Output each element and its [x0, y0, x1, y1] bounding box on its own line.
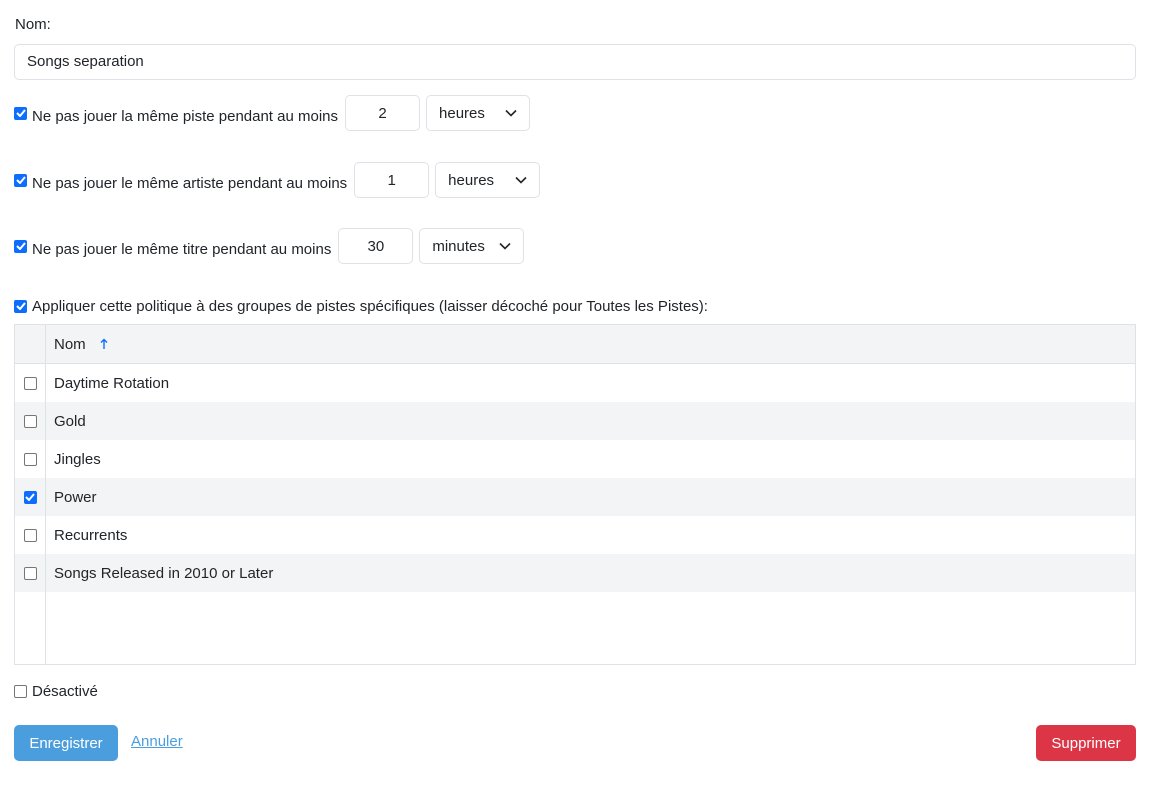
rule-same-artist-checkbox[interactable]: [14, 173, 27, 187]
row-checkbox[interactable]: [23, 414, 37, 428]
disabled-checkbox[interactable]: [14, 684, 27, 698]
rule-same-artist-value-input[interactable]: 1: [354, 162, 430, 198]
rule-same-title-label: Ne pas jouer le même titre pendant au mo…: [32, 240, 332, 258]
row-name: Songs Released in 2010 or Later: [54, 564, 274, 582]
rule-same-track-value-input[interactable]: 2: [345, 95, 421, 131]
chevron-down-icon: [505, 109, 517, 117]
table-row[interactable]: Recurrents: [15, 516, 1135, 554]
rule-same-track-unit-select[interactable]: heures: [426, 95, 531, 131]
row-name: Daytime Rotation: [54, 374, 170, 392]
rule-same-title-checkbox[interactable]: [14, 239, 27, 253]
groups-table: Nom Daytime Rotation Gold Jingles Power …: [14, 324, 1136, 665]
row-checkbox[interactable]: [23, 376, 37, 390]
rule-same-title-value-input[interactable]: 30: [338, 228, 414, 264]
table-row[interactable]: Power: [15, 478, 1135, 516]
cancel-link[interactable]: Annuler: [131, 733, 183, 750]
groups-policy: Appliquer cette politique à des groupes …: [14, 296, 708, 316]
row-checkbox[interactable]: [23, 528, 37, 542]
groups-policy-checkbox[interactable]: [14, 299, 27, 313]
chevron-down-icon: [515, 176, 527, 184]
table-row[interactable]: Jingles: [15, 440, 1135, 478]
rule-same-title: Ne pas jouer le même titre pendant au mo…: [14, 228, 525, 264]
name-label: Nom:: [15, 16, 51, 33]
rule-same-track-label: Ne pas jouer la même piste pendant au mo…: [32, 107, 339, 125]
header-check-cell: [15, 325, 46, 363]
column-header-name[interactable]: Nom: [46, 336, 108, 353]
row-checkbox[interactable]: [23, 452, 37, 466]
rule-same-artist-label: Ne pas jouer le même artiste pendant au …: [32, 174, 348, 192]
table-row[interactable]: Daytime Rotation: [15, 364, 1135, 402]
row-name: Gold: [54, 412, 86, 430]
rule-same-track-unit: heures: [439, 104, 485, 122]
rule-same-title-unit-select[interactable]: minutes: [419, 228, 525, 264]
sort-ascending-icon: [100, 338, 108, 349]
disabled-toggle: Désactivé: [14, 681, 98, 701]
table-empty-area: [15, 592, 1135, 665]
row-name: Power: [54, 488, 97, 506]
name-input[interactable]: Songs separation: [14, 44, 1136, 80]
chevron-down-icon: [499, 242, 511, 250]
table-row[interactable]: Gold: [15, 402, 1135, 440]
row-name: Recurrents: [54, 526, 128, 544]
save-button[interactable]: Enregistrer: [14, 725, 118, 761]
delete-button[interactable]: Supprimer: [1036, 725, 1136, 761]
disabled-label: Désactivé: [32, 682, 98, 700]
row-name: Jingles: [54, 450, 101, 468]
rule-same-artist-unit-select[interactable]: heures: [435, 162, 541, 198]
row-checkbox[interactable]: [23, 490, 37, 504]
groups-policy-label: Appliquer cette politique à des groupes …: [32, 297, 708, 315]
rule-same-artist: Ne pas jouer le même artiste pendant au …: [14, 162, 541, 198]
rule-same-track-checkbox[interactable]: [14, 106, 27, 120]
column-header-label: Nom: [54, 335, 86, 353]
rule-same-track: Ne pas jouer la même piste pendant au mo…: [14, 95, 531, 131]
table-row[interactable]: Songs Released in 2010 or Later: [15, 554, 1135, 592]
row-checkbox[interactable]: [23, 566, 37, 580]
table-header: Nom: [15, 325, 1135, 364]
rule-same-artist-unit: heures: [448, 171, 495, 189]
rule-same-title-unit: minutes: [432, 237, 485, 255]
